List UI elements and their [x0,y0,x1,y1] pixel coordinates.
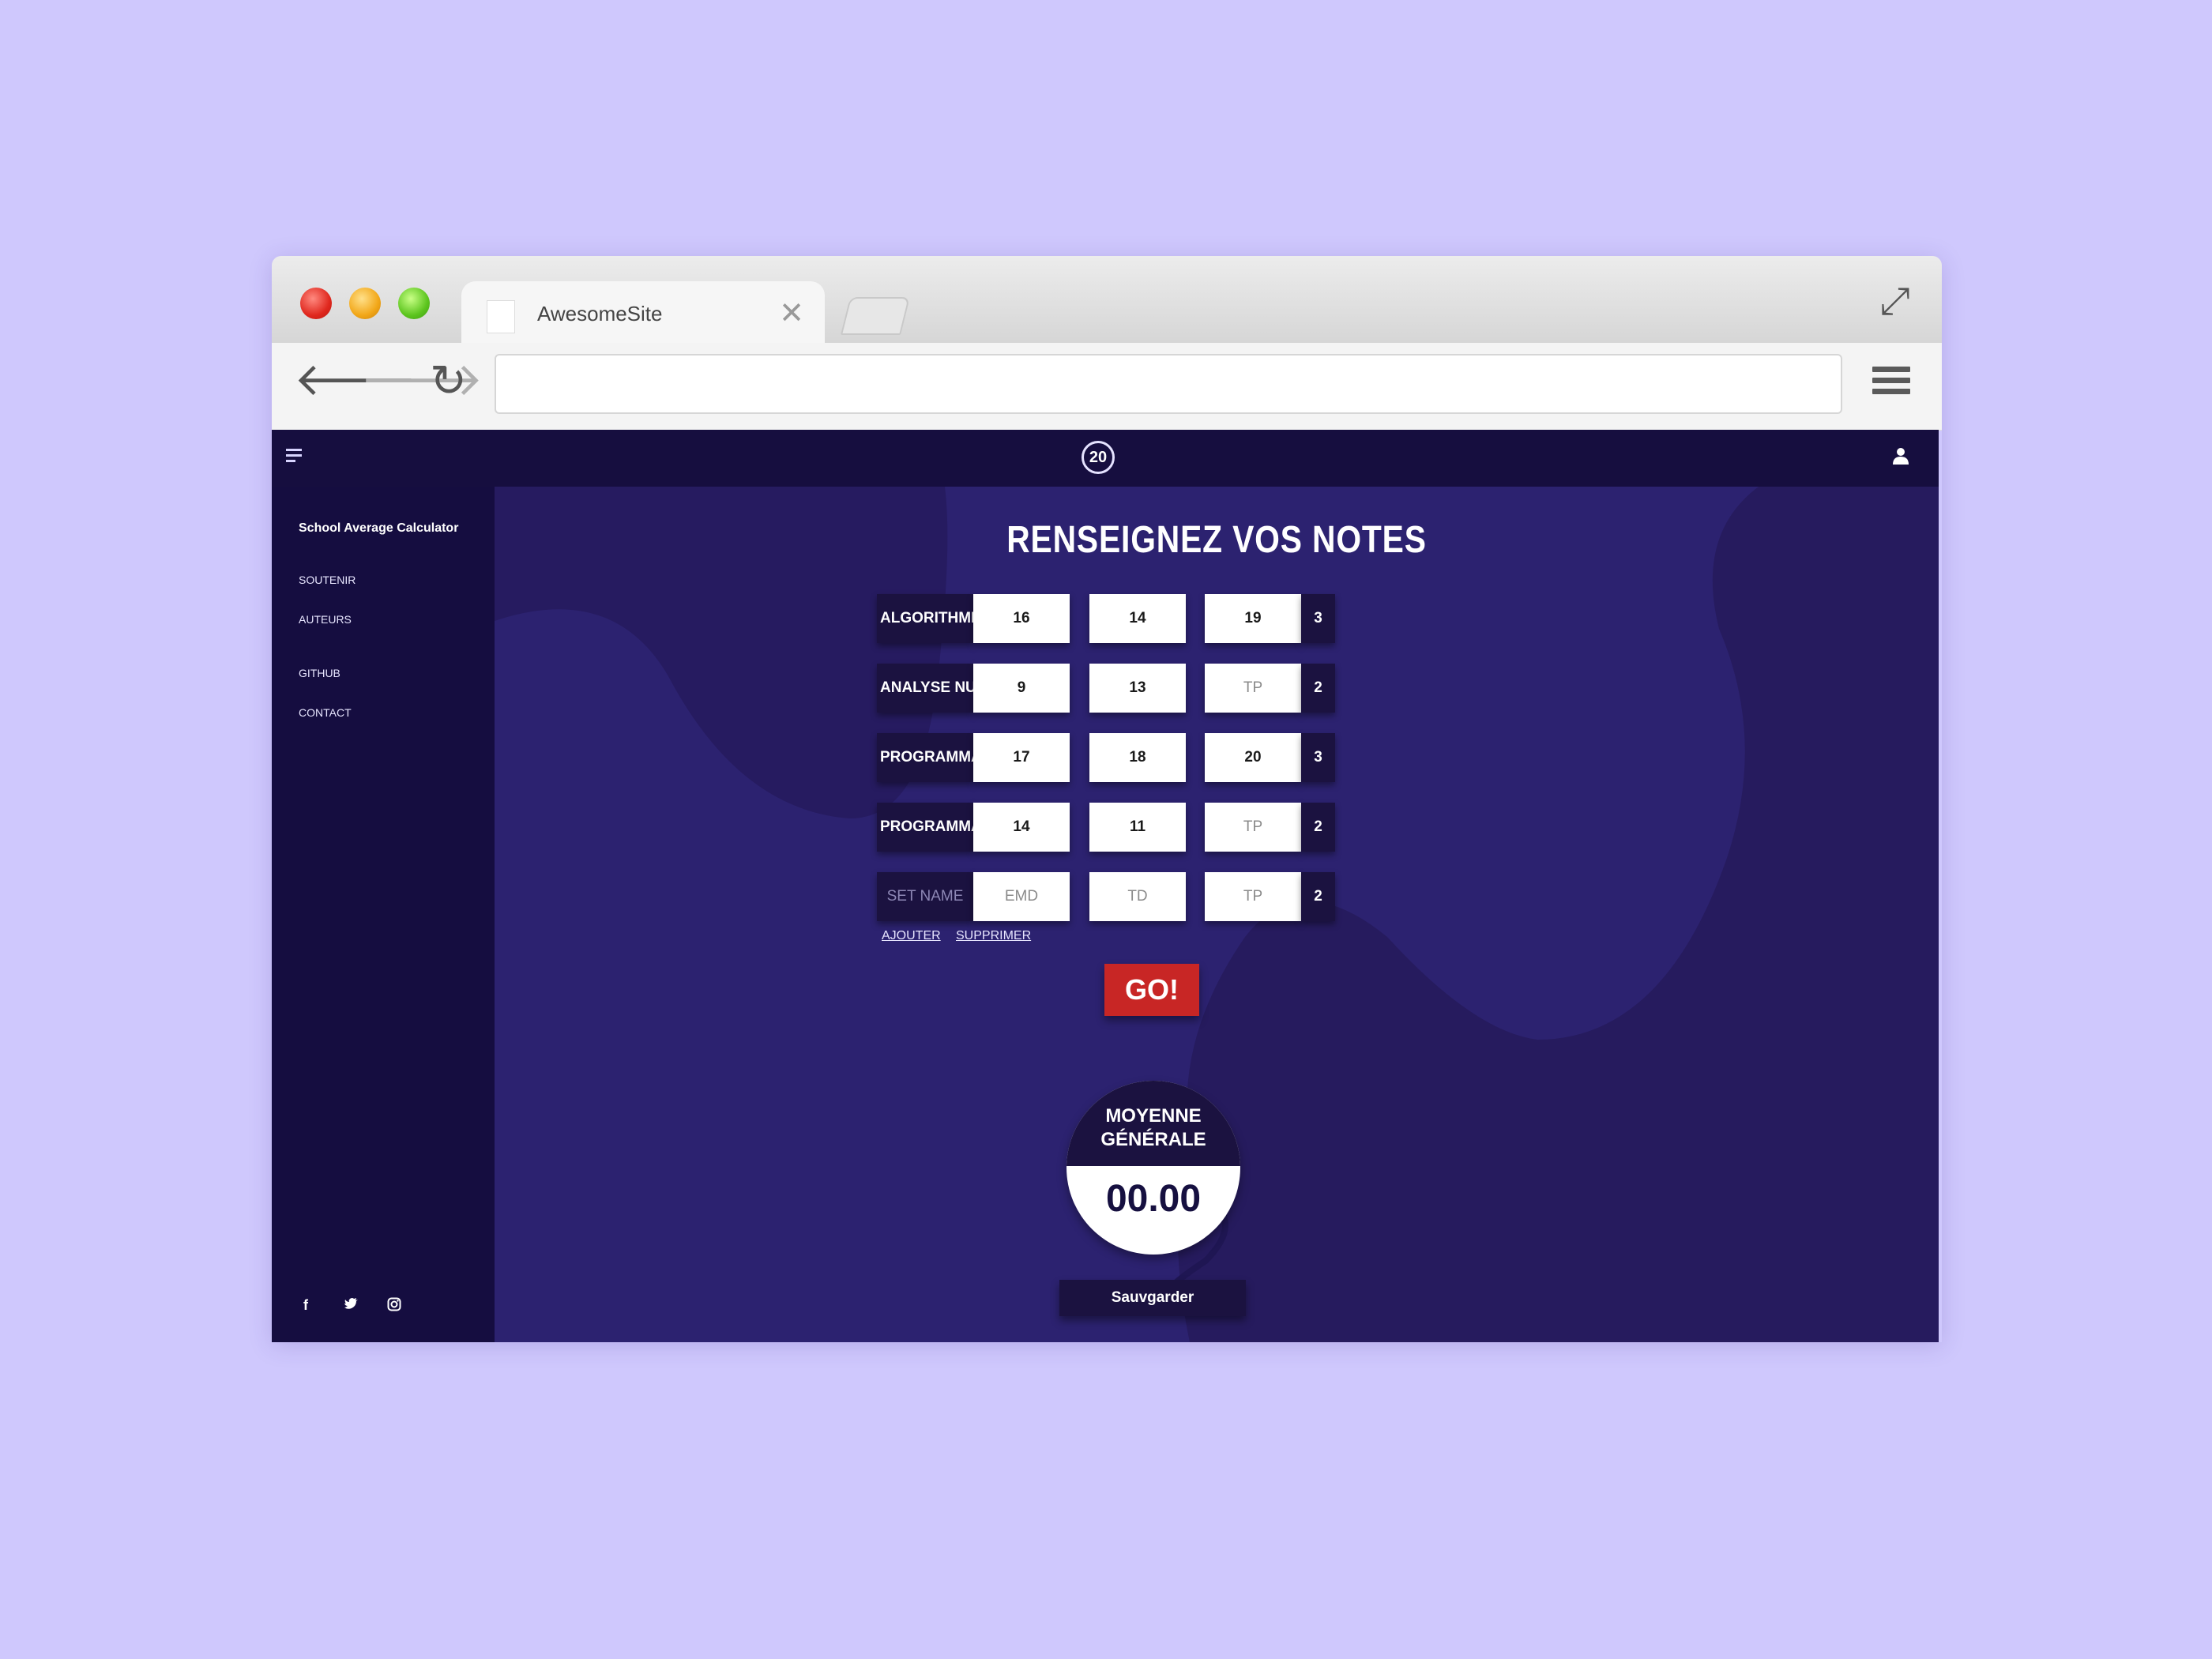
page-icon [487,300,515,333]
td-grade-input[interactable]: TD [1089,872,1186,921]
close-window-button[interactable] [300,288,332,319]
tab-close-icon[interactable]: ✕ [779,295,804,331]
user-icon[interactable] [1893,447,1909,470]
sidebar-item-github[interactable]: GITHUB [299,667,340,679]
grade-row: ANALYSE NUMÉRIQUE 9 13 TP 2 [877,664,1335,713]
emd-grade-input[interactable]: 9 [973,664,1070,713]
maximize-window-button[interactable] [398,288,430,319]
average-result-circle: MOYENNE GÉNÉRALE 00.00 [1066,1081,1240,1255]
td-grade-input[interactable]: 18 [1089,733,1186,782]
reload-icon[interactable]: ↻ [430,359,467,403]
subject-name-input[interactable]: ALGORITHMES [877,594,973,643]
minimize-window-button[interactable] [349,288,381,319]
subject-name-input[interactable]: PROGRAMMATION [877,803,973,852]
logo-badge[interactable]: 20 [1082,441,1115,474]
main-content: RENSEIGNEZ VOS NOTES ALGORITHMES 16 14 1… [495,487,1939,1342]
result-label: MOYENNE GÉNÉRALE [1066,1104,1240,1152]
coefficient-input[interactable]: 3 [1301,733,1335,782]
tab-title: AwesomeSite [537,302,663,325]
grade-row: PROGRAMMATION 17 18 20 3 [877,733,1335,782]
result-label-line1: MOYENNE [1105,1105,1202,1127]
grade-row: SET NAME EMD TD TP 2 [877,872,1335,921]
remove-row-link[interactable]: SUPPRIMER [956,929,1031,943]
result-label-line2: GÉNÉRALE [1100,1129,1206,1150]
td-grade-input[interactable]: 13 [1089,664,1186,713]
new-tab-button[interactable] [841,297,910,335]
emd-grade-input[interactable]: 17 [973,733,1070,782]
tp-grade-input[interactable]: 19 [1205,594,1301,643]
subject-name-input[interactable]: SET NAME [877,872,973,921]
sidebar-item-auteurs[interactable]: AUTEURS [299,613,352,626]
average-value: 00.00 [1105,1178,1202,1220]
emd-grade-input[interactable]: EMD [973,872,1070,921]
page-title: RENSEIGNEZ VOS NOTES [1006,519,1427,561]
td-grade-input[interactable]: 11 [1089,803,1186,852]
sidebar: School Average Calculator SOUTENIR AUTEU… [272,487,495,1342]
coefficient-input[interactable]: 2 [1301,664,1335,713]
go-button[interactable]: GO! [1104,964,1199,1016]
subject-name-input[interactable]: ANALYSE NUMÉRIQUE [877,664,973,713]
twitter-icon[interactable] [344,1297,359,1314]
address-bar[interactable] [495,354,1842,414]
coefficient-input[interactable]: 2 [1301,872,1335,921]
save-button[interactable]: Sauvgarder [1059,1280,1246,1316]
tp-grade-input[interactable]: 20 [1205,733,1301,782]
fullscreen-icon[interactable]: ⤢ [1880,280,1910,324]
subject-name-input[interactable]: PROGRAMMATION [877,733,973,782]
browser-toolbar: 🡐 🡒 ↻ [272,343,1942,431]
sidebar-brand[interactable]: School Average Calculator [299,521,458,536]
grade-row: PROGRAMMATION 14 11 TP 2 [877,803,1335,852]
browser-titlebar: AwesomeSite ✕ ⤢ [272,256,1942,343]
sidebar-item-contact[interactable]: CONTACT [299,706,352,719]
td-grade-input[interactable]: 14 [1089,594,1186,643]
browser-menu-icon[interactable] [1872,367,1910,398]
add-row-link[interactable]: AJOUTER [882,929,941,943]
hamburger-menu-icon[interactable] [286,449,302,465]
instagram-icon[interactable] [387,1297,401,1315]
browser-window: AwesomeSite ✕ ⤢ 🡐 🡒 ↻ 20 School Average … [272,256,1942,1342]
coefficient-input[interactable]: 2 [1301,803,1335,852]
grade-row: ALGORITHMES 16 14 19 3 [877,594,1335,643]
tp-grade-input[interactable]: TP [1205,803,1301,852]
app-header: 20 [272,430,1939,487]
web-page: 20 School Average Calculator SOUTENIR AU… [272,430,1939,1342]
facebook-icon[interactable]: f [303,1297,308,1314]
tp-grade-input[interactable]: TP [1205,664,1301,713]
sidebar-item-soutenir[interactable]: SOUTENIR [299,574,356,586]
emd-grade-input[interactable]: 14 [973,803,1070,852]
browser-tab[interactable]: AwesomeSite ✕ [461,281,825,343]
emd-grade-input[interactable]: 16 [973,594,1070,643]
tp-grade-input[interactable]: TP [1205,872,1301,921]
coefficient-input[interactable]: 3 [1301,594,1335,643]
